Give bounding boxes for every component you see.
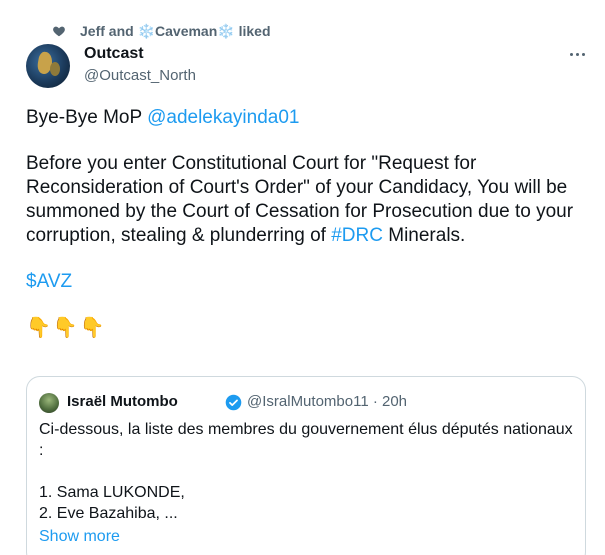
tweet-text: Bye-Bye MoP @adelekayinda01 Before you e…	[26, 106, 586, 340]
social-context[interactable]: Jeff and ❄️Caveman❄️ liked	[80, 22, 271, 40]
quote-line: Ci-dessous, la liste des membres du gouv…	[39, 421, 573, 459]
quote-author-name[interactable]: Israël Mutombo	[67, 392, 178, 412]
author-handle[interactable]: @Outcast_North	[84, 66, 196, 86]
tweet-body: Before you enter Constitutional Court fo…	[26, 153, 574, 246]
hashtag-link[interactable]: #DRC	[331, 225, 383, 246]
cashtag-link[interactable]: $AVZ	[26, 271, 72, 292]
social-and: and	[108, 23, 134, 39]
more-options-button[interactable]	[567, 44, 587, 64]
quote-list-item: 1. Sama LUKONDE,	[39, 484, 185, 501]
quote-text: Ci-dessous, la liste des membres du gouv…	[39, 419, 574, 524]
pointing-down-emoji: 👇👇👇	[26, 317, 107, 339]
snowflake-icon: ❄️	[217, 23, 235, 39]
dot-icon	[569, 52, 573, 56]
liker-name-1[interactable]: Jeff	[80, 23, 105, 39]
dot-icon	[575, 52, 579, 56]
dot-icon	[581, 52, 585, 56]
tweet-body-end: Minerals.	[382, 225, 466, 246]
verified-badge-icon	[225, 394, 242, 411]
heart-icon	[53, 26, 65, 37]
quote-list-item: 2. Eve Bazahiba, ...	[39, 505, 178, 522]
tweet-text-prefix: Bye-Bye MoP	[26, 107, 148, 128]
quoted-tweet[interactable]: Israël Mutombo @IsralMutombo11 · 20h Ci-…	[26, 376, 586, 555]
snowflake-icon: ❄️	[137, 23, 156, 39]
show-more-link[interactable]: Show more	[39, 527, 120, 547]
liker-name-2[interactable]: Caveman	[155, 23, 217, 39]
quote-handle-time[interactable]: @IsralMutombo11 · 20h	[247, 392, 407, 412]
quote-avatar[interactable]	[39, 393, 59, 413]
author-display-name[interactable]: Outcast	[84, 44, 144, 64]
social-liked: liked	[238, 23, 271, 39]
avatar[interactable]	[26, 44, 70, 88]
mention-link[interactable]: @adelekayinda01	[147, 107, 299, 128]
